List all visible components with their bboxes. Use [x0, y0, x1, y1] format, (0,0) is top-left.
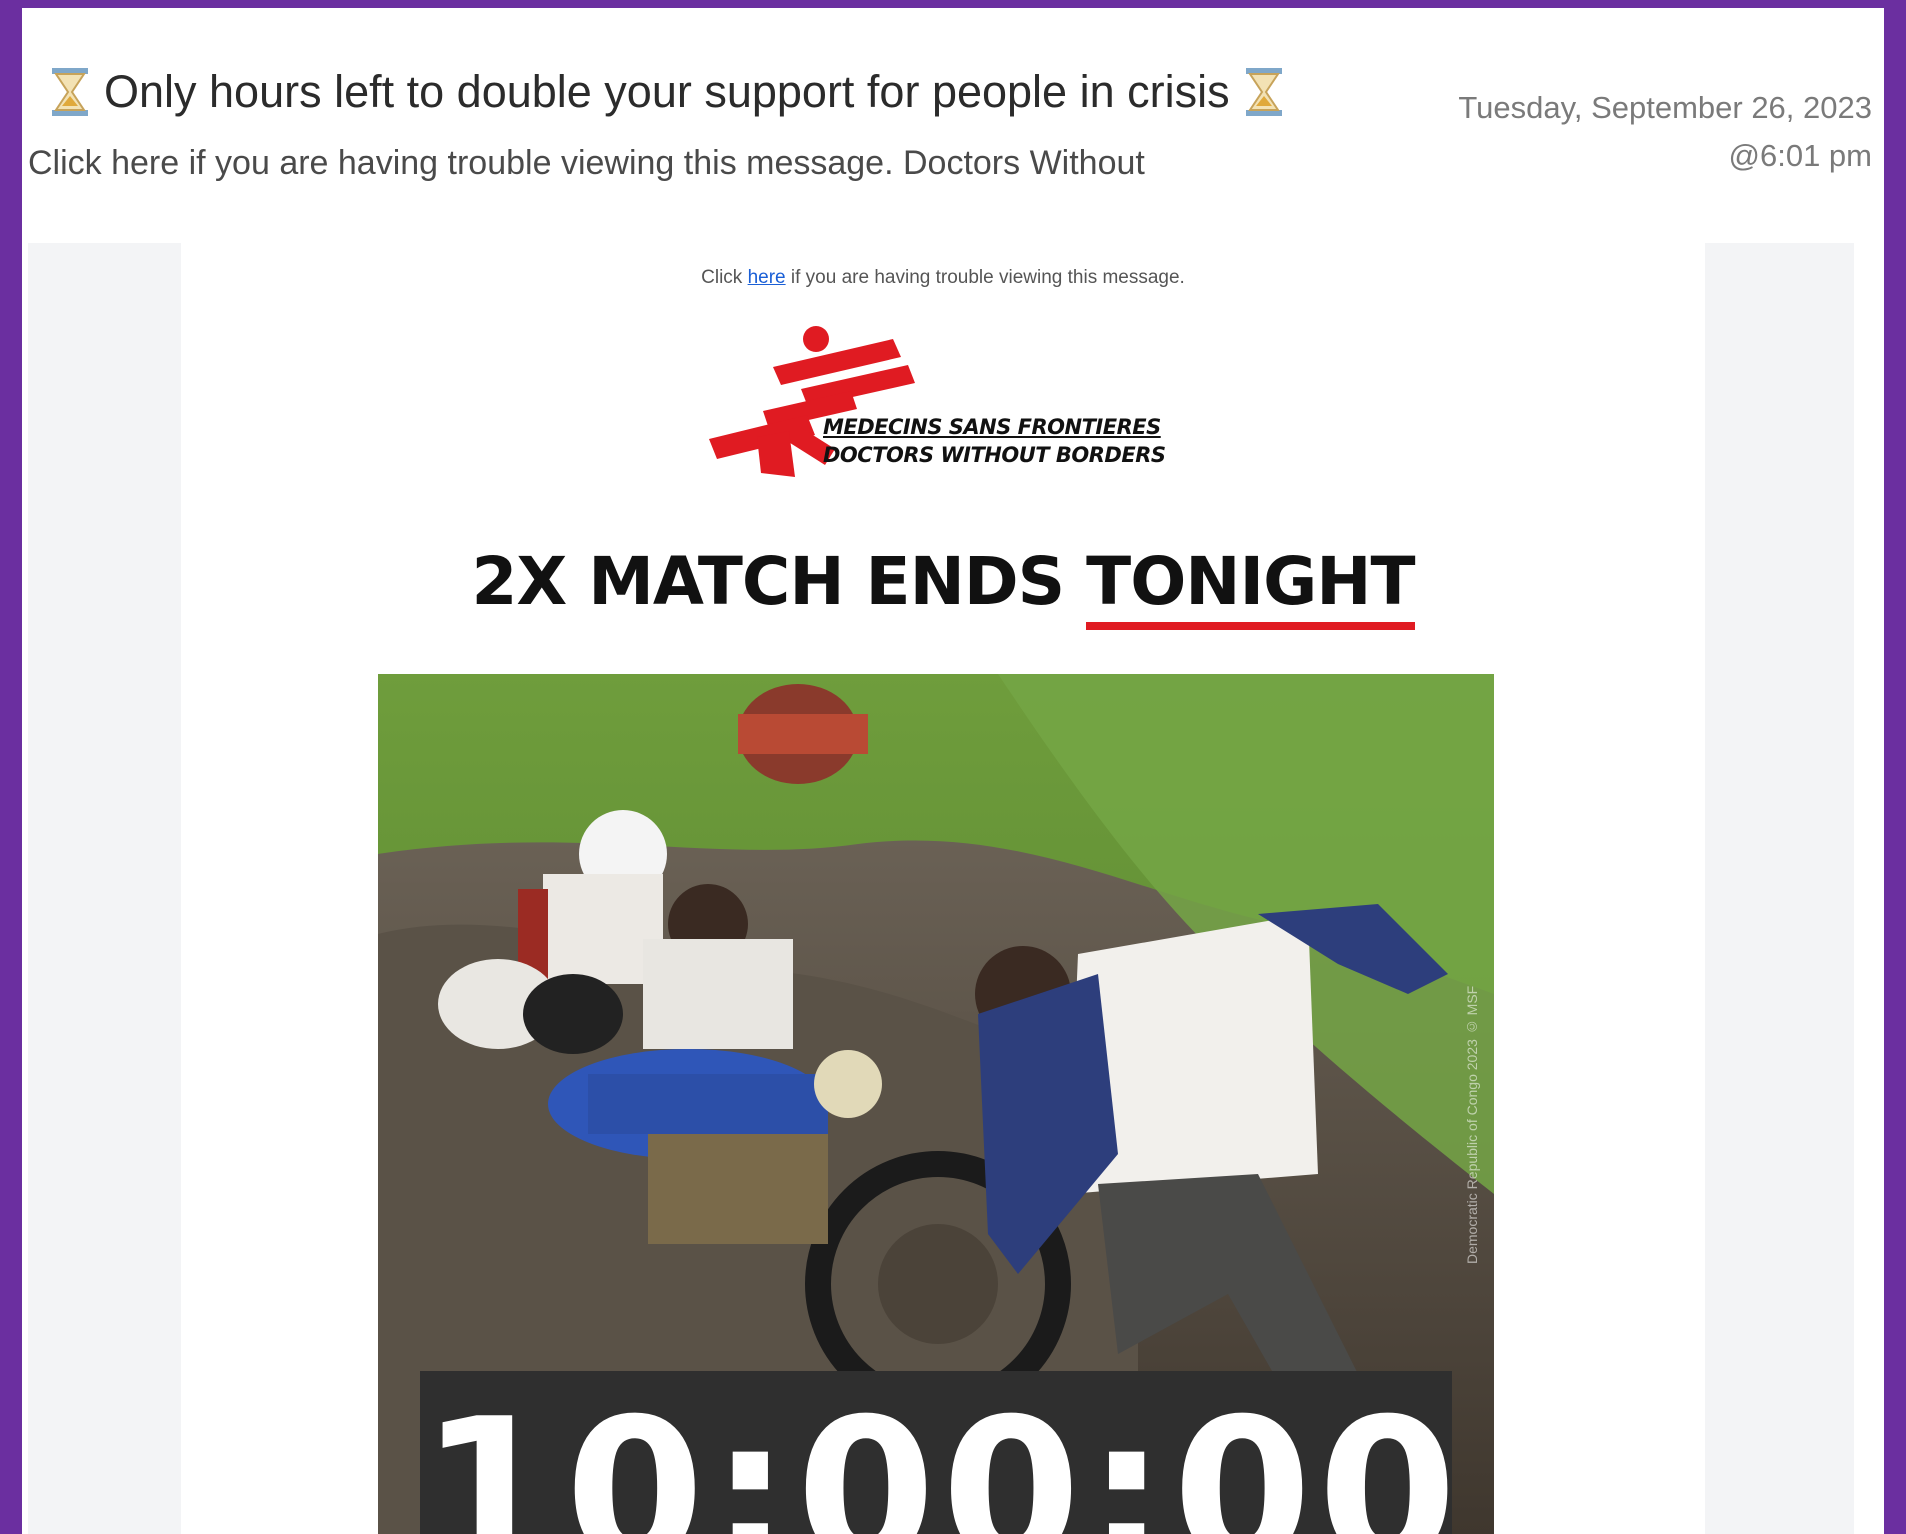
- email-datetime: Tuesday, September 26, 2023 @6:01 pm: [1458, 84, 1872, 180]
- email-body-background: Click here if you are having trouble vie…: [28, 243, 1854, 1534]
- hourglass-icon: [48, 66, 92, 118]
- headline-main: 2X MATCH ENDS: [471, 543, 1065, 620]
- msf-logo-wordmark: MEDECINS SANS FRONTIERES DOCTORS WITHOUT…: [823, 413, 1166, 469]
- email-subject-text: Only hours left to double your support f…: [104, 66, 1230, 117]
- view-in-browser-line: Click here if you are having trouble vie…: [181, 267, 1705, 289]
- headline: 2X MATCH ENDS TONIGHT: [181, 543, 1705, 630]
- view-in-browser-suffix: if you are having trouble viewing this m…: [790, 267, 1185, 288]
- email-view: Only hours left to double your support f…: [22, 8, 1884, 1534]
- countdown-timer: 10:00:00: [420, 1371, 1463, 1534]
- photo-credit: Democratic Republic of Congo 2023 © MSF: [1464, 985, 1480, 1264]
- headline-accent: TONIGHT: [1086, 543, 1416, 630]
- view-in-browser-prefix: Click: [701, 267, 743, 288]
- email-time: @6:01 pm: [1728, 138, 1872, 173]
- hourglass-icon: [1242, 66, 1286, 118]
- countdown-value: 10:00:00: [420, 1376, 1463, 1534]
- hero-photo[interactable]: Democratic Republic of Congo 2023 © MSF …: [378, 674, 1494, 1534]
- email-header: Only hours left to double your support f…: [22, 8, 1884, 243]
- view-in-browser-link[interactable]: here: [748, 267, 786, 288]
- email-date: Tuesday, September 26, 2023: [1458, 90, 1872, 125]
- logo-line-english: DOCTORS WITHOUT BORDERS: [823, 443, 1166, 467]
- email-subject: Only hours left to double your support f…: [36, 66, 1298, 118]
- logo-line-french: MEDECINS SANS FRONTIERES: [823, 415, 1161, 439]
- email-body: Click here if you are having trouble vie…: [181, 243, 1705, 1534]
- email-preview-text: Click here if you are having trouble vie…: [28, 144, 1145, 182]
